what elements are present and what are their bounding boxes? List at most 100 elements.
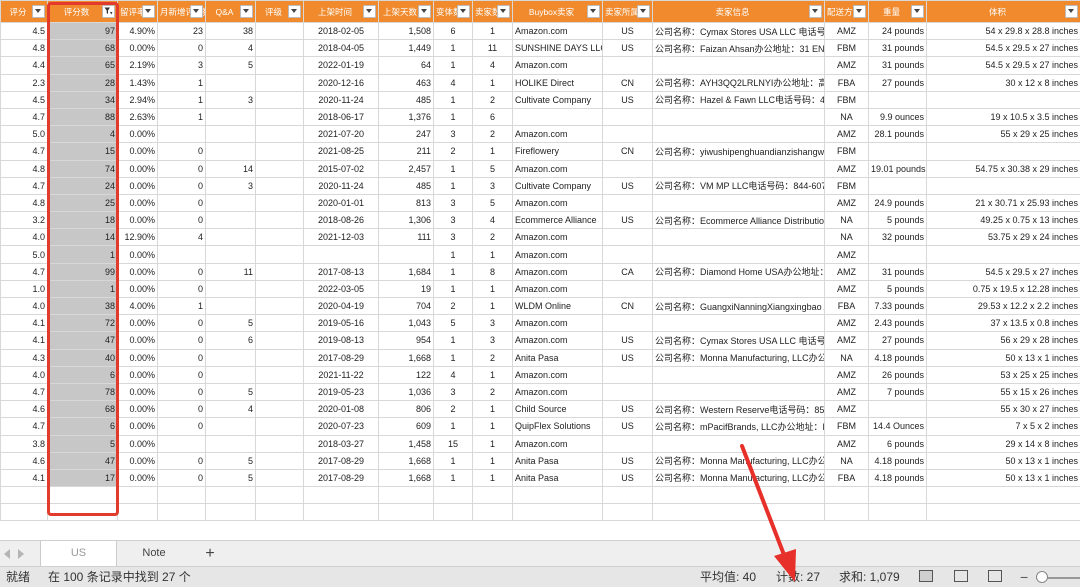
cell-size[interactable]: 50 x 13 x 1 inches (926, 348, 1080, 367)
cell-launch_date[interactable]: 2015-07-02 (303, 159, 379, 178)
cell-sellers[interactable]: 1 (472, 142, 513, 161)
cell-size[interactable]: 54.5 x 29.5 x 27 inches (926, 56, 1080, 75)
cell-days[interactable]: 954 (378, 331, 434, 350)
cell-qa[interactable] (205, 417, 256, 436)
cell-days[interactable]: 1,306 (378, 211, 434, 230)
cell-days[interactable]: 1,668 (378, 348, 434, 367)
cell-size[interactable]: 53.75 x 29 x 24 inches (926, 228, 1080, 247)
cell-weight[interactable]: 26 pounds (868, 365, 927, 384)
empty-cell[interactable] (255, 503, 304, 522)
cell-buybox[interactable]: Anita Pasa (512, 451, 603, 470)
cell-new_reviews[interactable]: 0 (157, 211, 206, 230)
cell-reviews[interactable]: 28 (47, 73, 118, 92)
cell-rating[interactable]: 3.2 (0, 211, 48, 230)
cell-seller_info[interactable]: 公司名称：VM MP LLC电话号码：844-607- (652, 176, 825, 195)
cell-launch_date[interactable]: 2018-02-05 (303, 21, 379, 41)
cell-review_rate[interactable]: 0.00% (117, 314, 158, 333)
cell-weight[interactable]: 14.4 Ounces (868, 417, 927, 436)
column-header-days[interactable]: 上架天数 (378, 0, 434, 23)
cell-seller_info[interactable]: 公司名称：Diamond Home USA办公地址：2 (652, 262, 825, 281)
cell-reviews[interactable]: 5 (47, 434, 118, 453)
column-header-launch_date[interactable]: 上架时间 (303, 0, 379, 23)
cell-rating[interactable]: 4.7 (0, 107, 48, 127)
cell-sellers[interactable]: 1 (472, 296, 513, 316)
cell-qa[interactable]: 3 (205, 90, 256, 109)
cell-new_reviews[interactable]: 0 (157, 400, 206, 419)
cell-variants[interactable]: 15 (433, 434, 473, 453)
cell-new_reviews[interactable]: 1 (157, 90, 206, 109)
data-table[interactable]: 评分 评分数 留评率月新增评分数 Q&A 评级 上架时间 上架天数 变体数卖家数 Buybox卖… (0, 0, 1080, 522)
cell-review_rate[interactable]: 0.00% (117, 365, 158, 384)
cell-weight[interactable] (868, 142, 927, 161)
filter-dropdown-icon[interactable] (911, 5, 924, 18)
cell-sellers[interactable]: 4 (472, 56, 513, 75)
cell-sellers[interactable]: 3 (472, 314, 513, 333)
cell-days[interactable]: 813 (378, 193, 434, 213)
cell-buybox[interactable]: Amazon.com (512, 434, 603, 453)
cell-country[interactable]: US (602, 90, 653, 109)
cell-grade[interactable] (255, 228, 304, 247)
cell-reviews[interactable]: 4 (47, 125, 118, 144)
cell-days[interactable]: 704 (378, 296, 434, 316)
cell-variants[interactable]: 5 (433, 314, 473, 333)
cell-variants[interactable]: 1 (433, 468, 473, 488)
zoom-slider-knob[interactable] (1036, 571, 1048, 583)
cell-country[interactable] (602, 159, 653, 178)
cell-days[interactable]: 211 (378, 142, 434, 161)
cell-reviews[interactable]: 24 (47, 176, 118, 195)
cell-rating[interactable]: 2.3 (0, 73, 48, 92)
cell-country[interactable] (602, 434, 653, 453)
column-header-rating[interactable]: 评分 (0, 0, 48, 23)
cell-rating[interactable]: 4.0 (0, 228, 48, 247)
tab-us[interactable]: US (40, 541, 117, 566)
cell-seller_info[interactable] (652, 365, 825, 384)
cell-size[interactable]: 54.5 x 29.5 x 27 inches (926, 39, 1080, 58)
cell-qa[interactable]: 14 (205, 159, 256, 178)
cell-variants[interactable]: 1 (433, 331, 473, 350)
cell-qa[interactable]: 6 (205, 331, 256, 350)
cell-reviews[interactable]: 38 (47, 296, 118, 316)
table-row[interactable]: 4.4 65 2.19% 3 5 2022-01-19 64 1 4 Amazon.com AMZ 3… (0, 56, 1080, 75)
cell-country[interactable]: US (602, 468, 653, 488)
column-header-review_rate[interactable]: 留评率 (117, 0, 158, 23)
cell-variants[interactable]: 3 (433, 125, 473, 144)
cell-sellers[interactable]: 1 (472, 434, 513, 453)
cell-seller_info[interactable] (652, 245, 825, 264)
cell-new_reviews[interactable]: 0 (157, 262, 206, 281)
cell-days[interactable]: 609 (378, 417, 434, 436)
cell-weight[interactable]: 6 pounds (868, 434, 927, 453)
cell-rating[interactable]: 4.7 (0, 262, 48, 281)
empty-cell[interactable] (255, 486, 304, 505)
cell-reviews[interactable]: 14 (47, 228, 118, 247)
empty-cell[interactable] (602, 486, 653, 505)
cell-buybox[interactable] (512, 107, 603, 127)
cell-buybox[interactable]: Amazon.com (512, 159, 603, 178)
cell-launch_date[interactable]: 2017-08-29 (303, 468, 379, 488)
cell-sellers[interactable]: 3 (472, 331, 513, 350)
empty-cell[interactable] (117, 486, 158, 505)
cell-seller_info[interactable] (652, 159, 825, 178)
cell-country[interactable] (602, 314, 653, 333)
cell-days[interactable]: 19 (378, 279, 434, 299)
cell-weight[interactable]: 19.01 pounds (868, 159, 927, 178)
cell-weight[interactable]: 5 pounds (868, 211, 927, 230)
cell-size[interactable]: 49.25 x 0.75 x 13 inches (926, 211, 1080, 230)
cell-review_rate[interactable]: 0.00% (117, 176, 158, 195)
table-row[interactable]: 3.2 18 0.00% 0 2018-08-26 1,306 3 4 Ecommerce Al… (0, 211, 1080, 230)
table-row[interactable]: 4.5 34 2.94% 1 3 2020-11-24 485 1 2 Cultivate Com… (0, 90, 1080, 109)
cell-size[interactable]: 55 x 15 x 26 inches (926, 382, 1080, 402)
cell-new_reviews[interactable]: 1 (157, 107, 206, 127)
cell-grade[interactable] (255, 262, 304, 281)
cell-reviews[interactable]: 1 (47, 245, 118, 264)
cell-rating[interactable]: 1.0 (0, 279, 48, 299)
cell-country[interactable] (602, 245, 653, 264)
cell-days[interactable]: 806 (378, 400, 434, 419)
cell-sellers[interactable]: 8 (472, 262, 513, 281)
table-row[interactable]: 4.7 6 0.00% 0 2020-07-23 609 1 1 QuipFlex Soluti… (0, 417, 1080, 436)
cell-qa[interactable]: 4 (205, 39, 256, 58)
cell-qa[interactable]: 11 (205, 262, 256, 281)
cell-size[interactable]: 7 x 5 x 2 inches (926, 417, 1080, 436)
cell-country[interactable] (602, 107, 653, 127)
cell-launch_date[interactable]: 2020-04-19 (303, 296, 379, 316)
table-row[interactable]: 4.7 78 0.00% 0 5 2019-05-23 1,036 3 2 Amazon.com A… (0, 382, 1080, 402)
